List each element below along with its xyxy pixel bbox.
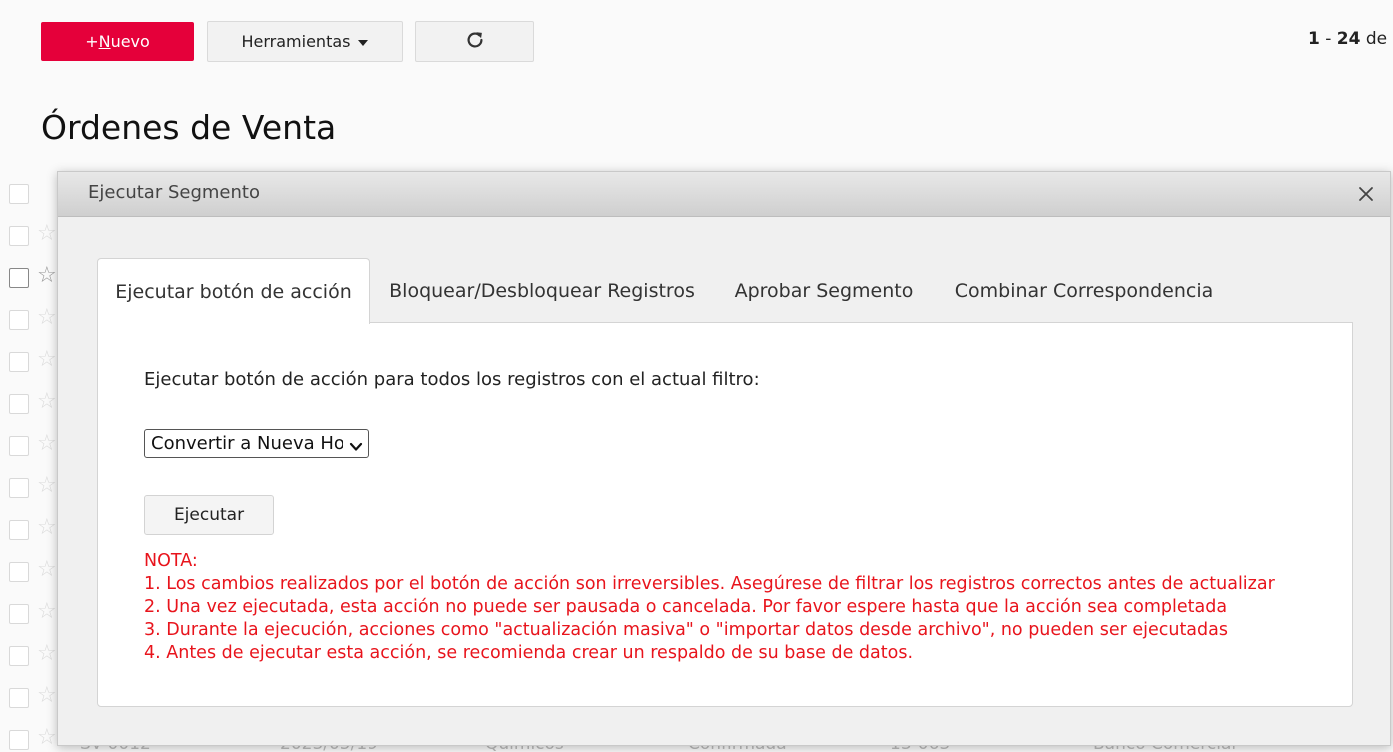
checkbox[interactable]	[9, 226, 29, 246]
note-item: 2. Una vez ejecutada, esta acción no pue…	[144, 597, 1228, 617]
star-icon[interactable]: ☆	[37, 349, 57, 371]
checkbox[interactable]	[9, 184, 29, 204]
new-accesskey: N	[98, 32, 111, 51]
execute-segment-dialog: Ejecutar Segmento Ejecutar botón de acci…	[57, 171, 1391, 746]
note-title: NOTA:	[144, 551, 198, 571]
new-label-rest: uevo	[110, 32, 150, 51]
refresh-button[interactable]	[415, 21, 534, 62]
checkbox[interactable]	[9, 562, 29, 582]
tab-lock-unlock-records[interactable]: Bloquear/Desbloquear Registros	[382, 258, 702, 323]
tab-panel-execute-action: Ejecutar botón de acción para todos los …	[97, 322, 1353, 707]
checkbox[interactable]	[9, 436, 29, 456]
refresh-icon	[464, 29, 486, 54]
pagination-info: 1 - 24 de 2	[1308, 29, 1393, 49]
dialog-tabs: Ejecutar botón de acción Bloquear/Desblo…	[97, 258, 1351, 324]
star-icon[interactable]: ☆	[37, 433, 57, 455]
dialog-title: Ejecutar Segmento	[88, 182, 260, 203]
star-icon[interactable]: ☆	[37, 601, 57, 623]
pager-of: de	[1360, 29, 1393, 49]
star-icon[interactable]: ☆	[37, 475, 57, 497]
panel-description: Ejecutar botón de acción para todos los …	[144, 369, 760, 390]
star-icon[interactable]: ☆	[37, 643, 57, 665]
tab-mail-merge[interactable]: Combinar Correspondencia	[944, 258, 1224, 323]
checkbox[interactable]	[9, 646, 29, 666]
new-button[interactable]: + Nuevo	[41, 22, 194, 61]
notes-block: NOTA: 1. Los cambios realizados por el b…	[144, 550, 1275, 665]
dialog-header[interactable]: Ejecutar Segmento	[58, 172, 1390, 217]
star-icon[interactable]: ☆	[37, 391, 57, 413]
star-icon[interactable]: ☆	[37, 307, 57, 329]
tools-label: Herramientas	[241, 32, 351, 51]
pager-sep: -	[1319, 29, 1337, 49]
tools-dropdown-button[interactable]: Herramientas	[207, 21, 403, 62]
select-value: Convertir a Nueva Hoja	[151, 433, 343, 454]
note-item: 4. Antes de ejecutar esta acción, se rec…	[144, 643, 914, 663]
checkbox[interactable]	[9, 730, 29, 750]
star-icon[interactable]: ☆	[37, 685, 57, 707]
checkbox[interactable]	[9, 604, 29, 624]
page-title: Órdenes de Venta	[41, 108, 337, 147]
star-icon[interactable]: ☆	[37, 517, 57, 539]
star-icon[interactable]: ☆	[37, 265, 57, 287]
note-item: 3. Durante la ejecución, acciones como "…	[144, 620, 1228, 640]
tab-execute-action-button[interactable]: Ejecutar botón de acción	[97, 258, 370, 324]
execute-button[interactable]: Ejecutar	[144, 495, 274, 535]
tab-approve-segment[interactable]: Aprobar Segmento	[725, 258, 923, 323]
star-icon[interactable]: ☆	[37, 559, 57, 581]
checkbox[interactable]	[9, 688, 29, 708]
action-button-select[interactable]: Convertir a Nueva Hoja	[144, 429, 369, 458]
checkbox[interactable]	[9, 352, 29, 372]
pager-end: 24	[1336, 29, 1361, 49]
close-icon[interactable]	[1356, 184, 1376, 204]
checkbox[interactable]	[9, 310, 29, 330]
new-plus: +	[85, 32, 99, 51]
checkbox[interactable]	[9, 268, 29, 288]
star-icon[interactable]: ☆	[37, 727, 57, 749]
star-icon[interactable]: ☆	[37, 223, 57, 245]
checkbox[interactable]	[9, 394, 29, 414]
pager-start: 1	[1308, 29, 1320, 49]
note-item: 1. Los cambios realizados por el botón d…	[144, 574, 1275, 594]
caret-down-icon	[358, 39, 369, 46]
chevron-down-icon	[349, 438, 363, 451]
checkbox[interactable]	[9, 520, 29, 540]
page: +Nuevo Herramientas 1 - 24 de 2 Órdenes …	[0, 0, 1393, 752]
checkbox[interactable]	[9, 478, 29, 498]
